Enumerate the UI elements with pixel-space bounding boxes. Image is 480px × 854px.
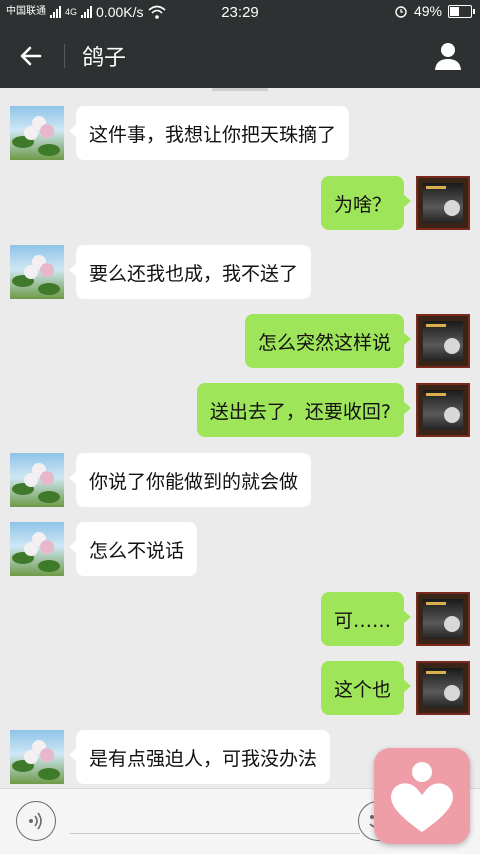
message-bubble-out[interactable]: 为啥？	[320, 176, 412, 230]
message-bubble-out[interactable]: 这个也	[320, 661, 412, 715]
back-button[interactable]	[14, 38, 50, 74]
voice-icon	[29, 812, 42, 830]
battery-icon	[448, 4, 475, 18]
message-row: 这件事，我想让你把天珠摘了	[0, 106, 480, 162]
message-bubble-in[interactable]: 要么还我也成，我不送了	[68, 245, 312, 299]
message-row: 你说了你能做到的就会做	[0, 453, 480, 509]
heart-icon	[391, 762, 453, 832]
message-row: 送出去了，还要收回?	[0, 383, 480, 439]
self-avatar[interactable]	[416, 314, 470, 368]
message-row: 怎么突然这样说	[0, 314, 480, 370]
alarm-icon	[395, 6, 407, 18]
battery-percent: 49%	[413, 3, 442, 19]
message-bubble-in[interactable]: 怎么不说话	[68, 522, 198, 576]
contact-avatar[interactable]	[10, 106, 64, 160]
message-bubble-in[interactable]: 是有点强迫人，可我没办法	[68, 730, 331, 784]
status-right: 49%	[394, 3, 475, 19]
self-avatar[interactable]	[416, 383, 470, 437]
message-row: 可……	[0, 592, 480, 648]
self-avatar[interactable]	[416, 661, 470, 715]
message-list[interactable]: 这件事，我想让你把天珠摘了 为啥？ 要么还我也成，我不送了 怎么突然这样说 送出…	[0, 88, 480, 788]
contact-avatar[interactable]	[10, 245, 64, 299]
person-icon	[435, 43, 461, 70]
message-bubble-in[interactable]: 你说了你能做到的就会做	[68, 453, 312, 507]
message-bubble-out[interactable]: 可……	[320, 592, 412, 646]
contact-avatar[interactable]	[10, 730, 64, 784]
message-bubble-in[interactable]: 这件事，我想让你把天珠摘了	[68, 106, 350, 160]
profile-button[interactable]	[432, 40, 464, 72]
floating-heart-button[interactable]	[374, 748, 470, 844]
message-row: 这个也	[0, 661, 480, 717]
message-bubble-out[interactable]: 送出去了，还要收回?	[196, 383, 412, 437]
chat-header: 鸽子	[0, 24, 480, 88]
header-divider	[64, 44, 65, 68]
contact-avatar[interactable]	[10, 453, 64, 507]
message-row: 要么还我也成，我不送了	[0, 245, 480, 301]
voice-button[interactable]	[16, 801, 56, 841]
chat-title: 鸽子	[82, 46, 127, 71]
self-avatar[interactable]	[416, 176, 470, 230]
contact-avatar[interactable]	[10, 522, 64, 576]
message-input[interactable]	[70, 833, 360, 834]
message-row: 怎么不说话	[0, 522, 480, 578]
self-avatar[interactable]	[416, 592, 470, 646]
message-row: 为啥？	[0, 176, 480, 232]
status-bar: 中国联通 4G 0.00K/s 23:29 49%	[0, 0, 480, 24]
message-bubble-out[interactable]: 怎么突然这样说	[244, 314, 412, 368]
pull-indicator	[212, 88, 268, 91]
arrow-left-icon	[20, 46, 42, 66]
